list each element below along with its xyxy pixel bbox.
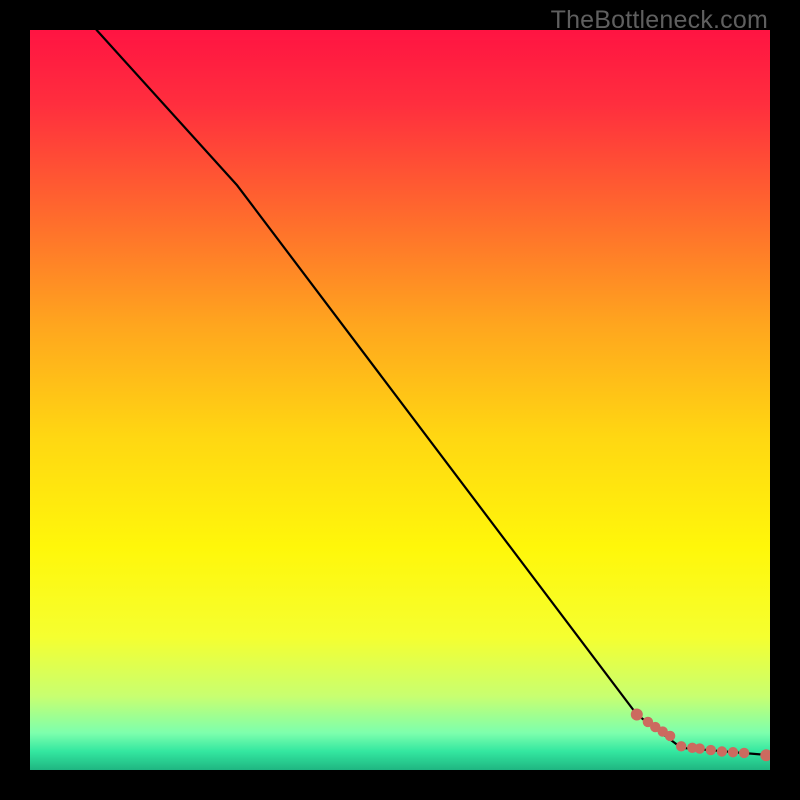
data-point [739,748,749,758]
data-point [695,743,705,753]
data-point [706,745,716,755]
data-point [717,746,727,756]
chart-svg [30,30,770,770]
watermark-text: TheBottleneck.com [551,6,768,35]
data-point [728,747,738,757]
data-point [631,709,643,721]
chart-frame [30,30,770,770]
data-point [676,741,686,751]
data-point [665,731,675,741]
